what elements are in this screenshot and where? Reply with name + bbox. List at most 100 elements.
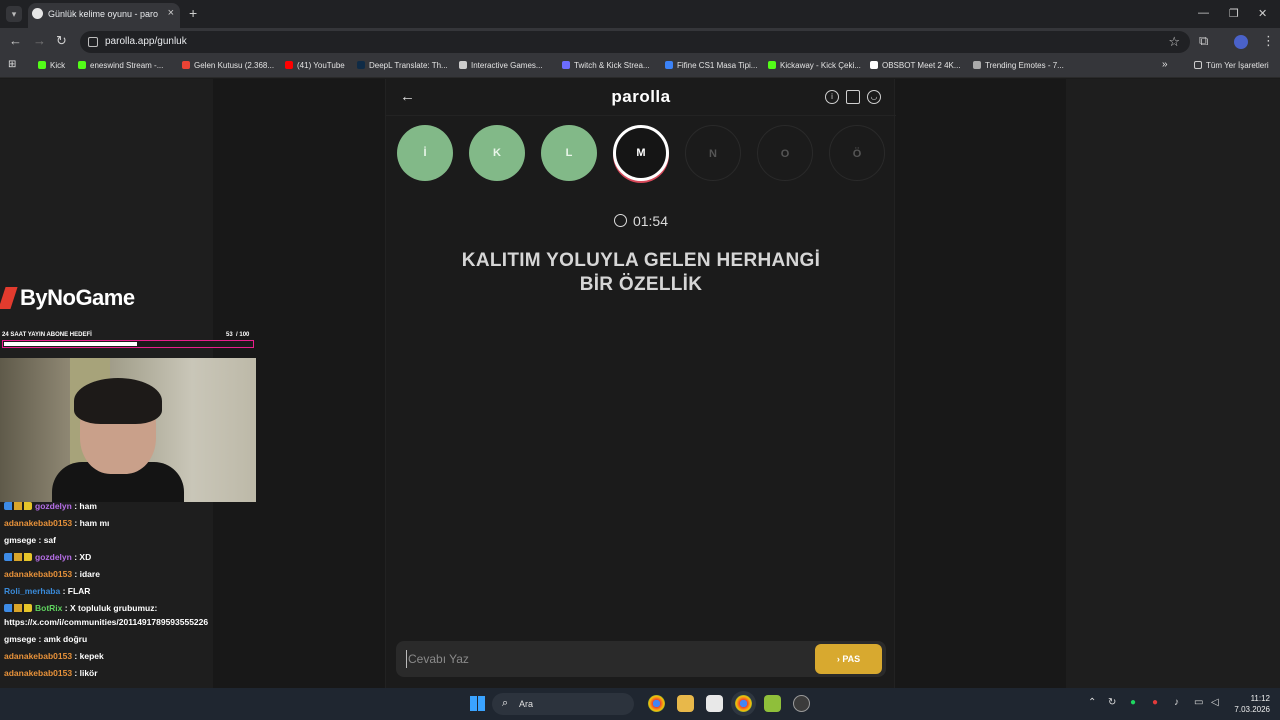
bookmark-item[interactable]: Trending Emotes - 7... bbox=[973, 61, 1064, 70]
info-icon[interactable]: i bbox=[825, 90, 839, 104]
chat-username[interactable]: adanakebab0153 bbox=[4, 668, 72, 678]
answer-input[interactable] bbox=[406, 650, 786, 668]
chat-message: adanakebab0153 : idare bbox=[4, 569, 100, 579]
chat-username[interactable]: gmsege bbox=[4, 535, 36, 545]
games-icon bbox=[459, 61, 467, 69]
volume-icon[interactable]: ◁ bbox=[1211, 697, 1219, 708]
restore-icon[interactable]: ❐ bbox=[1229, 7, 1239, 20]
chat-username[interactable]: adanakebab0153 bbox=[4, 569, 72, 579]
chat-text: idare bbox=[79, 569, 100, 579]
timer-value: 01:54 bbox=[632, 213, 669, 229]
new-tab-icon[interactable]: + bbox=[189, 6, 197, 20]
obsbot-icon bbox=[870, 61, 878, 69]
microphone-icon[interactable]: ♪ bbox=[1174, 697, 1179, 708]
game-area: ← parolla i ◡ İKLMNOÖ 01:54 KALITIM YOLU… bbox=[385, 79, 896, 688]
browser-nav-bar: ← → ↻ parolla.app/gunluk ☆ ⧉ ⋮ bbox=[0, 28, 1280, 56]
chat-message: adanakebab0153 : kepek bbox=[4, 651, 104, 661]
clock-date: 7.03.2026 bbox=[1234, 705, 1270, 714]
chat-username[interactable]: gozdelyn bbox=[35, 501, 72, 511]
chat-message: gozdelyn : XD bbox=[4, 552, 91, 562]
extensions-icon[interactable]: ⧉ bbox=[1199, 34, 1208, 48]
chat-message: gozdelyn : ham bbox=[4, 501, 97, 511]
bookmark-item[interactable]: Fifine CS1 Masa Tipi... bbox=[665, 61, 757, 70]
site-info-icon[interactable] bbox=[88, 37, 98, 47]
apps-grid-icon[interactable]: ⊞ bbox=[8, 59, 16, 70]
bookmark-item[interactable]: OBSBOT Meet 2 4K... bbox=[870, 61, 961, 70]
bookmark-item[interactable]: (41) YouTube bbox=[285, 61, 345, 70]
header-divider bbox=[386, 115, 896, 116]
chat-username[interactable]: BotRix bbox=[35, 603, 62, 613]
chat-text: ham mı bbox=[79, 518, 110, 528]
spotify-icon[interactable]: ● bbox=[1130, 697, 1136, 708]
pass-button[interactable]: › PAS bbox=[815, 644, 882, 674]
chat-username[interactable]: gmsege bbox=[4, 634, 36, 644]
address-bar[interactable]: parolla.app/gunluk ☆ bbox=[80, 31, 1190, 53]
question-text: KALITIM YOLUYLA GELEN HERHANGİ BİR ÖZELL… bbox=[426, 249, 856, 297]
search-label: Ara bbox=[519, 699, 534, 709]
profile-avatar[interactable] bbox=[1234, 35, 1248, 49]
chevron-right-icon: › bbox=[836, 654, 840, 664]
youtube-icon bbox=[285, 61, 293, 69]
letter-circle: M bbox=[613, 125, 669, 181]
chat-badges-icon bbox=[4, 553, 32, 561]
chrome-app-icon[interactable] bbox=[648, 695, 665, 712]
search-icon: ⌕ bbox=[502, 697, 509, 709]
deepl-icon bbox=[357, 61, 365, 69]
bookmark-item[interactable]: Interactive Games... bbox=[459, 61, 543, 70]
taskbar-search[interactable]: ⌕ Ara bbox=[492, 693, 634, 715]
tab-search-dropdown-icon[interactable]: ▾ bbox=[6, 6, 22, 22]
bookmark-item[interactable]: Gelen Kutusu (2.368... bbox=[182, 61, 274, 70]
chat-message: adanakebab0153 : ham mı bbox=[4, 518, 110, 528]
chat-text: amk doğru bbox=[43, 634, 88, 644]
chat-message: https://x.com/i/communities/201149178959… bbox=[4, 617, 208, 627]
forward-icon[interactable]: → bbox=[33, 34, 46, 48]
chat-text: likör bbox=[79, 668, 98, 678]
bookmark-item[interactable]: Kick bbox=[38, 61, 65, 70]
bookmark-item[interactable]: Kickaway - Kick Çeki... bbox=[768, 61, 861, 70]
bookmarks-overflow-icon[interactable]: » bbox=[1162, 59, 1168, 70]
sub-goal-count: 53 / 100 bbox=[226, 332, 250, 338]
webcam-feed bbox=[0, 358, 256, 502]
sync-icon[interactable]: ↻ bbox=[1108, 697, 1116, 708]
bookmark-item[interactable]: eneswind Stream -... bbox=[78, 61, 163, 70]
back-icon[interactable]: ← bbox=[9, 34, 22, 48]
bookmark-item[interactable]: Twitch & Kick Strea... bbox=[562, 61, 650, 70]
system-clock[interactable]: 11:12 7.03.2026 bbox=[1230, 693, 1270, 715]
chat-username[interactable]: gozdelyn bbox=[35, 552, 72, 562]
tab-close-icon[interactable]: × bbox=[168, 7, 174, 19]
obs-icon[interactable] bbox=[793, 695, 810, 712]
bookmark-item[interactable]: DeepL Translate: Th... bbox=[357, 61, 448, 70]
chat-text: https://x.com/i/communities/201149178959… bbox=[4, 617, 209, 627]
file-explorer-icon[interactable] bbox=[677, 695, 694, 712]
chat-username[interactable]: adanakebab0153 bbox=[4, 651, 72, 661]
sub-goal-label: 24 SAAT YAYIN ABONE HEDEFİ bbox=[2, 332, 92, 338]
profile-icon[interactable]: ◡ bbox=[867, 90, 881, 104]
browser-tab[interactable]: Günlük kelime oyunu - parolla × bbox=[28, 3, 180, 28]
chat-text: kepek bbox=[79, 651, 104, 661]
stats-chart-icon[interactable] bbox=[846, 90, 860, 104]
tab-title: Günlük kelime oyunu - parolla bbox=[48, 9, 158, 19]
store-app-icon[interactable] bbox=[706, 695, 723, 712]
letter-circle: K bbox=[469, 125, 525, 181]
chrome-active-icon[interactable] bbox=[735, 695, 752, 712]
window-close-icon[interactable]: ✕ bbox=[1258, 7, 1267, 20]
chat-message: Roli_merhaba : FLAR bbox=[4, 586, 91, 596]
windows-start-icon[interactable] bbox=[470, 696, 485, 711]
chat-text: FLAR bbox=[67, 586, 91, 596]
app-icon[interactable] bbox=[764, 695, 781, 712]
chat-text: XD bbox=[79, 552, 92, 562]
kick-icon bbox=[78, 61, 86, 69]
letter-circle: O bbox=[757, 125, 813, 181]
chat-username[interactable]: Roli_merhaba bbox=[4, 586, 60, 596]
all-bookmarks-folder[interactable]: Tüm Yer İşaretleri bbox=[1194, 61, 1269, 70]
reload-icon[interactable]: ↻ bbox=[56, 34, 67, 48]
display-icon[interactable]: ▭ bbox=[1194, 697, 1203, 708]
bookmark-star-icon[interactable]: ☆ bbox=[1168, 34, 1180, 50]
browser-tab-bar: ▾ Günlük kelime oyunu - parolla × + — ❐ … bbox=[0, 0, 1280, 28]
minimize-icon[interactable]: — bbox=[1198, 7, 1209, 19]
record-icon[interactable]: ● bbox=[1152, 697, 1158, 708]
tray-chevron-icon[interactable]: ⌃ bbox=[1088, 697, 1096, 708]
menu-kebab-icon[interactable]: ⋮ bbox=[1262, 34, 1275, 48]
emotes-icon bbox=[973, 61, 981, 69]
chat-username[interactable]: adanakebab0153 bbox=[4, 518, 72, 528]
